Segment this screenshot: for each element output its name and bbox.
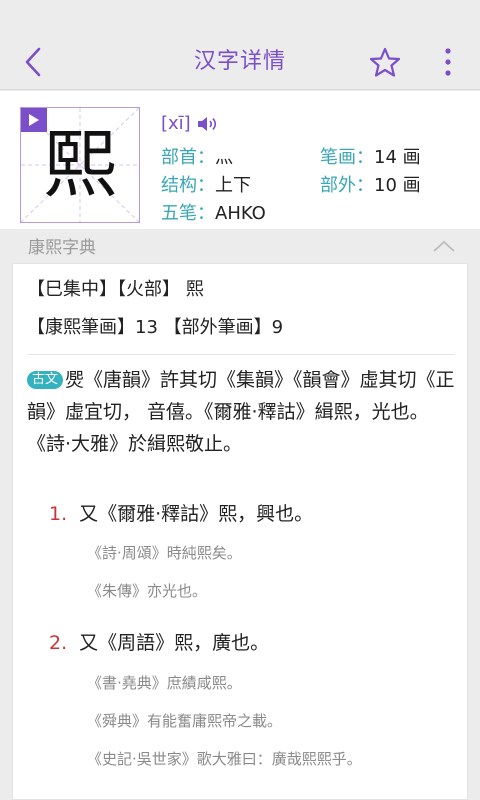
definition-item: 1. 又《爾雅·釋詁》熙，興也。 <box>49 501 313 527</box>
info-label: 结构： <box>161 175 215 196</box>
star-icon <box>369 47 401 77</box>
definition-text: 又《爾雅·釋詁》熙，興也。 <box>79 503 314 525</box>
stroke-animation-play-button[interactable] <box>21 108 47 132</box>
info-value: 上下 <box>215 175 251 196</box>
kangxi-section-header[interactable]: 康熙字典 <box>0 229 480 263</box>
collapse-button[interactable] <box>432 235 456 257</box>
page-title: 汉字详情 <box>193 49 286 74</box>
info-label: 部首： <box>161 147 215 168</box>
info-label: 五笔： <box>161 203 215 224</box>
pinyin-row[interactable]: [xī] <box>161 113 219 134</box>
info-structure: 结构：上下 <box>161 174 251 198</box>
divider <box>27 354 455 355</box>
definition-number: 1. <box>49 503 68 525</box>
definition-item: 2. 又《周語》熙，廣也。 <box>49 630 269 656</box>
info-value: 10 画 <box>374 175 421 196</box>
example-line: 《史記·吳世家》歌大雅曰：廣哉熙熙乎。 <box>87 750 362 768</box>
kangxi-content: 【巳集中】【火部】 熙 【康熙筆画】13 【部外筆画】9 古文 㷗《唐韻》許其切《… <box>12 263 468 800</box>
info-wubi: 五笔：AHKO <box>161 202 266 226</box>
info-radical: 部首：灬 <box>161 146 233 170</box>
info-outer-strokes: 部外：10 画 <box>320 174 421 198</box>
character-writing-box[interactable]: 熙 <box>20 107 140 223</box>
definition-number: 2. <box>49 632 68 654</box>
top-app-bar: 汉字详情 <box>0 0 480 90</box>
favorite-button[interactable] <box>368 44 402 80</box>
guwen-paragraph: 古文 㷗《唐韻》許其切《集韻》《韻會》虛其切《正韻》虛宜切， 音僖。《爾雅·釋詁》… <box>27 364 457 460</box>
more-options-button[interactable] <box>436 44 460 80</box>
character-header: 熙 [xī] 部首：灬 笔画：14 画 结构：上下 部外：10 画 五笔：AHK… <box>0 91 480 229</box>
info-strokes: 笔画：14 画 <box>320 146 421 170</box>
example-line: 《詩·周頌》時純熙矣。 <box>87 544 242 562</box>
kangxi-strokes-line: 【康熙筆画】13 【部外筆画】9 <box>27 317 284 338</box>
info-label: 部外： <box>320 175 374 196</box>
speaker-icon[interactable] <box>197 115 219 133</box>
info-value: AHKO <box>215 203 266 224</box>
section-title: 康熙字典 <box>28 238 96 258</box>
definition-text: 又《周語》熙，廣也。 <box>79 632 270 654</box>
guwen-text: 㷗《唐韻》許其切《集韻》《韻會》虛其切《正韻》虛宜切， 音僖。《爾雅·釋詁》緝熙… <box>27 369 455 455</box>
pinyin-text: [xī] <box>161 113 191 134</box>
guwen-tag: 古文 <box>27 371 64 389</box>
info-value: 14 画 <box>374 147 421 168</box>
example-line: 《舜典》有能奮庸熙帝之載。 <box>87 712 283 730</box>
more-vertical-icon <box>445 48 451 76</box>
example-line: 《書·堯典》庶績咸熙。 <box>87 674 242 692</box>
kangxi-volume-line: 【巳集中】【火部】 熙 <box>27 279 204 300</box>
play-icon <box>29 114 39 126</box>
example-line: 《朱傳》亦光也。 <box>87 582 208 600</box>
chevron-up-icon <box>433 240 455 252</box>
info-label: 笔画： <box>320 147 374 168</box>
info-value: 灬 <box>215 147 233 168</box>
